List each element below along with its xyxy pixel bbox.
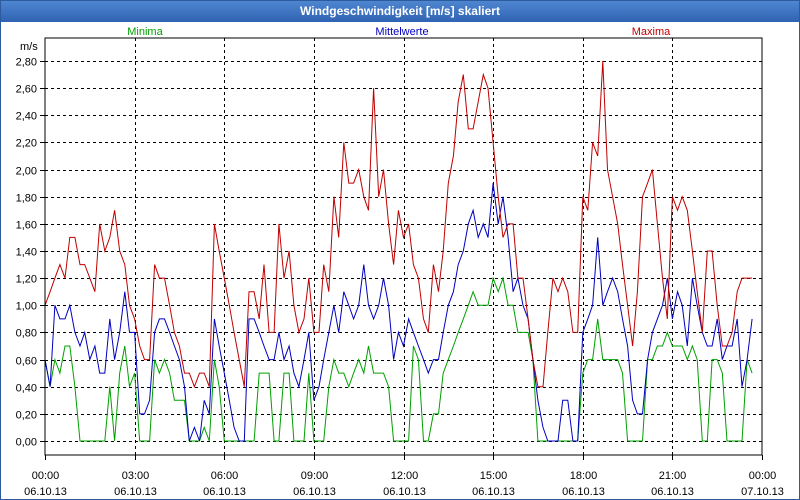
x-tick-time-label: 21:00 bbox=[659, 470, 687, 482]
y-tick-label: 0,00 bbox=[16, 437, 37, 449]
x-tick-time-label: 12:00 bbox=[391, 470, 419, 482]
y-tick-label: 2,20 bbox=[16, 138, 37, 150]
x-tick-date-label: 07.10.13 bbox=[741, 486, 784, 498]
legend-item-maxima: Maxima bbox=[632, 26, 671, 38]
y-tick-label: 1,20 bbox=[16, 274, 37, 286]
x-tick-date-label: 06.10.13 bbox=[114, 486, 157, 498]
y-tick-label: 1,60 bbox=[16, 220, 37, 232]
y-tick-label: 1,00 bbox=[16, 301, 37, 313]
x-tick-time-label: 03:00 bbox=[122, 470, 150, 482]
series-line-mittelwerte bbox=[44, 183, 753, 442]
y-tick-label: 1,80 bbox=[16, 193, 37, 205]
axes: 0,00 0,20 0,40 0,60 0,80 1,00 1,20 1,40 1,60 1,80… bbox=[16, 37, 784, 498]
y-tick-label: 0,40 bbox=[16, 383, 37, 395]
legend-item-mittelwerte: Mittelwerte bbox=[375, 26, 428, 38]
y-tick-label: 2,40 bbox=[16, 111, 37, 123]
x-tick-time-label: 00:00 bbox=[749, 470, 777, 482]
x-tick-date-label: 06.10.13 bbox=[24, 486, 67, 498]
x-tick-date-label: 06.10.13 bbox=[293, 486, 336, 498]
x-tick-time-label: 18:00 bbox=[570, 470, 598, 482]
chart-svg: 0,00 0,20 0,40 0,60 0,80 1,00 1,20 1,40 1,60 1,80… bbox=[16, 26, 784, 498]
x-tick-time-label: 06:00 bbox=[211, 470, 239, 482]
legend-item-minima: Minima bbox=[127, 26, 163, 38]
x-tick-date-label: 06.10.13 bbox=[203, 486, 246, 498]
x-tick-date-label: 06.10.13 bbox=[383, 486, 426, 498]
y-tick-label: 1,40 bbox=[16, 247, 37, 259]
x-tick-time-label: 00:00 bbox=[32, 470, 60, 482]
series-line-maxima bbox=[44, 60, 753, 389]
y-tick-label: 0,20 bbox=[16, 410, 37, 422]
x-tick-date-label: 06.10.13 bbox=[562, 486, 605, 498]
y-tick-label: 0,80 bbox=[16, 328, 37, 340]
x-tick-time-label: 15:00 bbox=[480, 470, 508, 482]
y-tick-label: 0,60 bbox=[16, 356, 37, 368]
x-tick-date-label: 06.10.13 bbox=[472, 486, 515, 498]
y-axis-label: m/s bbox=[20, 41, 38, 53]
y-tick-label: 2,80 bbox=[16, 57, 37, 69]
y-tick-label: 2,60 bbox=[16, 84, 37, 96]
x-tick-time-label: 09:00 bbox=[301, 470, 329, 482]
series-line-minima bbox=[44, 276, 753, 442]
legend: Minima Mittelwerte Maxima bbox=[127, 26, 671, 38]
x-tick-date-label: 06.10.13 bbox=[651, 486, 694, 498]
y-tick-label: 2,00 bbox=[16, 166, 37, 178]
